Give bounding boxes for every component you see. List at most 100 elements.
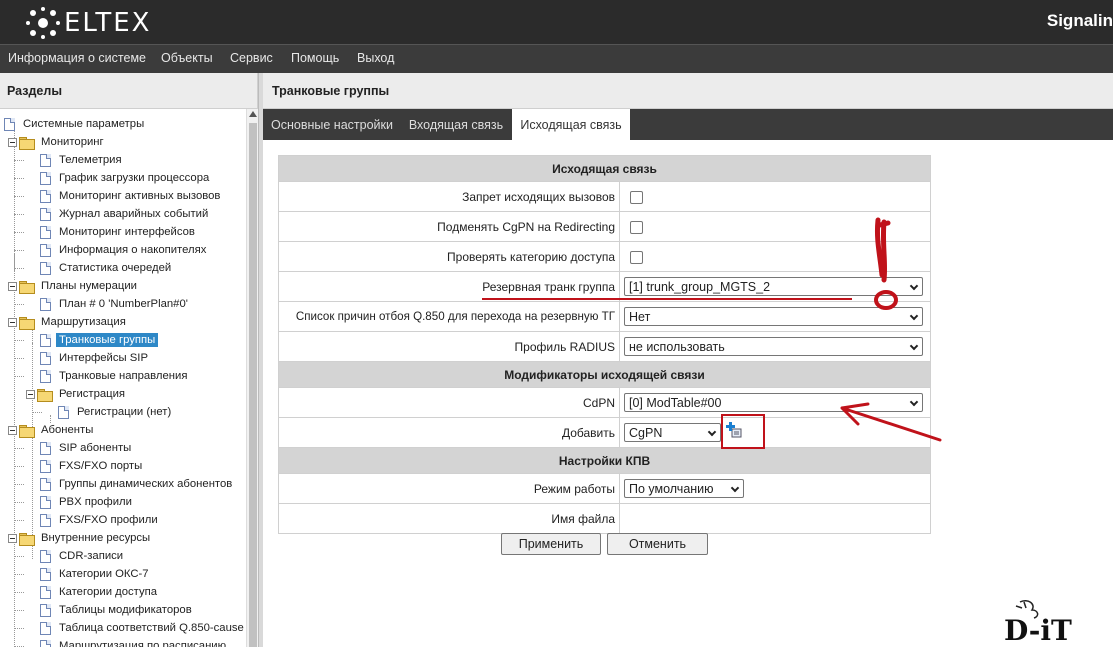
tree-item-10[interactable]: План # 0 'NumberPlan#0' <box>40 295 191 313</box>
collapse-icon[interactable] <box>8 317 17 327</box>
causes-select[interactable]: Нет <box>624 307 923 326</box>
sidebar-scrollbar[interactable] <box>246 109 258 647</box>
tree-item-label: Мониторинг интерфейсов <box>59 226 195 238</box>
tree-guide-line <box>32 343 33 469</box>
tree-item-7[interactable]: Информация о накопителях <box>40 241 209 259</box>
chevron-down-icon <box>909 341 919 351</box>
deny-outgoing-checkbox[interactable] <box>630 190 643 204</box>
add-modifier-value: CgPN <box>629 425 663 440</box>
cdpn-value: [0] ModTable#00 <box>629 395 722 410</box>
add-modifier-select[interactable]: CgPN <box>624 423 721 442</box>
tree-connector <box>14 448 24 449</box>
tree-item-24[interactable]: CDR-записи <box>40 547 126 565</box>
collapse-icon[interactable] <box>8 137 17 147</box>
tree-item-label: График загрузки процессора <box>59 172 210 184</box>
tree-item-28[interactable]: Таблица соответствий Q.850-cause <box>40 619 246 637</box>
chevron-down-icon <box>909 311 919 321</box>
document-icon <box>40 603 51 617</box>
tree-item-label: Внутренние ресурсы <box>41 532 151 544</box>
menu-item-objects[interactable]: Объекты <box>161 51 213 65</box>
document-icon <box>40 351 51 365</box>
tree-item-0[interactable]: Системные параметры <box>4 115 147 133</box>
tree-item-20[interactable]: Группы динамических абонентов <box>40 475 235 493</box>
tab-basic-settings[interactable]: Основные настройки <box>265 109 399 140</box>
tree-item-25[interactable]: Категории ОКС-7 <box>40 565 152 583</box>
collapse-icon[interactable] <box>8 425 17 435</box>
reserve-group-value: [1] trunk_group_MGTS_2 <box>629 279 771 294</box>
document-icon <box>40 639 51 647</box>
section-header-modifiers: Модификаторы исходящей связи <box>278 361 931 388</box>
tree-item-9[interactable]: Планы нумерации <box>8 277 140 295</box>
eltex-logo: ELTEX <box>24 4 151 42</box>
sidebar: Разделы Системные параметры Мониторинг Тел… <box>0 73 258 647</box>
tree-item-3[interactable]: График загрузки процессора <box>40 169 212 187</box>
radius-value: не использовать <box>629 339 725 354</box>
cancel-button[interactable]: Отменить <box>607 533 708 555</box>
collapse-icon[interactable] <box>26 389 35 399</box>
chevron-down-icon <box>909 281 919 291</box>
section-header-kpv: Настройки КПВ <box>278 447 931 474</box>
cdpn-select[interactable]: [0] ModTable#00 <box>624 393 923 412</box>
tab-outgoing[interactable]: Исходящая связь <box>512 109 630 140</box>
product-title: Signalin <box>1046 11 1113 30</box>
scrollbar-thumb[interactable] <box>249 123 257 647</box>
document-icon <box>40 585 51 599</box>
tree-item-21[interactable]: PBX профили <box>40 493 135 511</box>
apply-button[interactable]: Применить <box>501 533 601 555</box>
check-category-checkbox[interactable] <box>630 250 643 264</box>
tree-item-18[interactable]: SIP абоненты <box>40 439 134 457</box>
tab-incoming[interactable]: Входящая связь <box>403 109 509 140</box>
tree-item-16[interactable]: Регистрации (нет) <box>58 403 174 421</box>
tree-item-15[interactable]: Регистрация <box>26 385 128 403</box>
tree-item-17[interactable]: Абоненты <box>8 421 96 439</box>
tree-item-label: Системные параметры <box>23 118 145 130</box>
replace-cgpn-checkbox[interactable] <box>630 220 643 234</box>
reserve-group-select[interactable]: [1] trunk_group_MGTS_2 <box>624 277 923 296</box>
tree-item-27[interactable]: Таблицы модификаторов <box>40 601 195 619</box>
tree-item-1[interactable]: Мониторинг <box>8 133 107 151</box>
tree-connector <box>14 196 24 197</box>
tree-item-23[interactable]: Внутренние ресурсы <box>8 529 153 547</box>
add-modifier-icon[interactable] <box>726 422 742 438</box>
tree-connector <box>14 214 24 215</box>
tree-item-label: Маршрутизация <box>41 316 126 328</box>
tree-item-13[interactable]: Интерфейсы SIP <box>40 349 151 367</box>
tree-item-label: CDR-записи <box>59 550 124 562</box>
menu-item-help[interactable]: Помощь <box>291 51 339 65</box>
tree-connector <box>14 610 24 611</box>
tree-connector <box>14 250 24 251</box>
tab-bar: Основные настройки Входящая связь Исходя… <box>263 109 1113 140</box>
folder-icon <box>19 280 35 294</box>
scroll-up-icon[interactable] <box>249 111 257 117</box>
sidebar-title: Разделы <box>0 73 258 109</box>
tree-item-label: Категории доступа <box>59 586 158 598</box>
document-icon <box>40 477 51 491</box>
tree-item-26[interactable]: Категории доступа <box>40 583 160 601</box>
menu-item-exit[interactable]: Выход <box>357 51 394 65</box>
menu-item-system-info[interactable]: Информация о системе <box>8 51 146 65</box>
tree-connector <box>32 412 42 413</box>
top-header: ELTEX Signalin <box>0 0 1113 44</box>
tree-item-12[interactable]: Транковые группы <box>40 331 159 349</box>
page-title: Транковые группы <box>263 73 1113 109</box>
mode-select[interactable]: По умолчанию <box>624 479 744 498</box>
tree-connector <box>14 340 24 341</box>
tree-item-29[interactable]: Маршрутизация по расписанию <box>40 637 229 647</box>
collapse-icon[interactable] <box>8 533 17 543</box>
tree-item-label: Интерфейсы SIP <box>59 352 148 364</box>
tree-item-11[interactable]: Маршрутизация <box>8 313 129 331</box>
tree-item-22[interactable]: FXS/FXO профили <box>40 511 161 529</box>
tree-item-14[interactable]: Транковые направления <box>40 367 190 385</box>
tree-item-8[interactable]: Статистика очередей <box>40 259 174 277</box>
main-panel: Транковые группы Основные настройки Вход… <box>263 73 1113 647</box>
collapse-icon[interactable] <box>8 281 17 291</box>
tree-item-5[interactable]: Журнал аварийных событий <box>40 205 211 223</box>
tree-item-4[interactable]: Мониторинг активных вызовов <box>40 187 223 205</box>
tree-item-19[interactable]: FXS/FXO порты <box>40 457 145 475</box>
tree-item-2[interactable]: Телеметрия <box>40 151 125 169</box>
document-icon <box>40 369 51 383</box>
tree-item-label: Журнал аварийных событий <box>59 208 209 220</box>
menu-item-service[interactable]: Сервис <box>230 51 273 65</box>
radius-select[interactable]: не использовать <box>624 337 923 356</box>
tree-item-6[interactable]: Мониторинг интерфейсов <box>40 223 198 241</box>
